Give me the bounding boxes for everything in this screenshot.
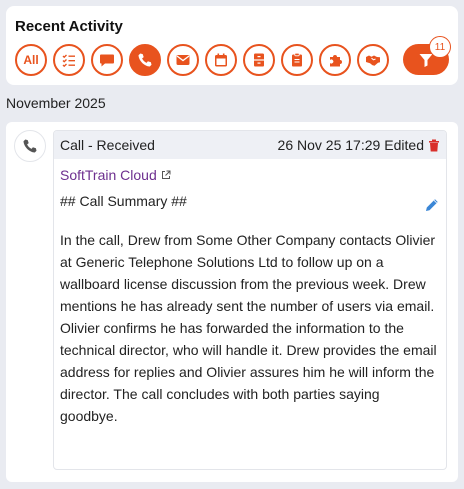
filter-deals-button[interactable] [357, 44, 389, 76]
filter-all-label: All [23, 53, 39, 67]
filter-email-button[interactable] [167, 44, 199, 76]
month-group-heading: November 2025 [6, 95, 106, 111]
filter-chat-button[interactable] [91, 44, 123, 76]
edited-label: Edited [384, 137, 424, 153]
filter-meetings-button[interactable] [205, 44, 237, 76]
handshake-icon [366, 55, 380, 66]
checklist-icon [62, 54, 75, 68]
activity-entry: Call - Received 26 Nov 25 17:29 Edited S… [53, 130, 447, 470]
activity-type-badge [14, 130, 46, 162]
envelope-icon [176, 55, 190, 65]
pencil-icon[interactable] [424, 197, 440, 213]
puzzle-icon [330, 55, 342, 67]
activity-item: Call - Received 26 Nov 25 17:29 Edited S… [6, 122, 458, 482]
activity-datetime: 26 Nov 25 17:29 [277, 137, 381, 153]
activity-filter-bar: All [15, 44, 389, 76]
external-link-icon [161, 170, 171, 179]
filter-documents-button[interactable] [243, 44, 275, 76]
filter-tasks-button[interactable] [53, 44, 85, 76]
recent-activity-panel: Recent Activity All 11 [6, 6, 458, 85]
summary-text: In the call, Drew from Some Other Compan… [60, 232, 437, 424]
phone-icon [138, 53, 152, 67]
linked-record-link[interactable]: SoftTrain Cloud [60, 165, 440, 185]
linked-record-label[interactable]: SoftTrain Cloud [60, 167, 157, 183]
activity-type-label: Call - Received [60, 137, 155, 153]
filter-notes-button[interactable] [281, 44, 313, 76]
panel-title: Recent Activity [15, 18, 123, 35]
phone-icon [23, 139, 37, 153]
clipboard-icon [292, 52, 302, 67]
activity-entry-header: Call - Received 26 Nov 25 17:29 Edited [54, 131, 446, 159]
chat-icon [100, 54, 114, 67]
activity-entry-body: SoftTrain Cloud ## Call Summary ## In th… [54, 165, 446, 427]
filter-all-button[interactable]: All [15, 44, 47, 76]
trash-icon[interactable] [428, 139, 440, 152]
filter-calls-button[interactable] [129, 44, 161, 76]
calendar-icon [215, 53, 227, 67]
file-cabinet-icon [254, 53, 264, 67]
filter-integrations-button[interactable] [319, 44, 351, 76]
activity-meta: 26 Nov 25 17:29 Edited [278, 137, 440, 153]
summary-heading: ## Call Summary ## [60, 193, 187, 209]
filter-count-badge: 11 [429, 36, 451, 58]
